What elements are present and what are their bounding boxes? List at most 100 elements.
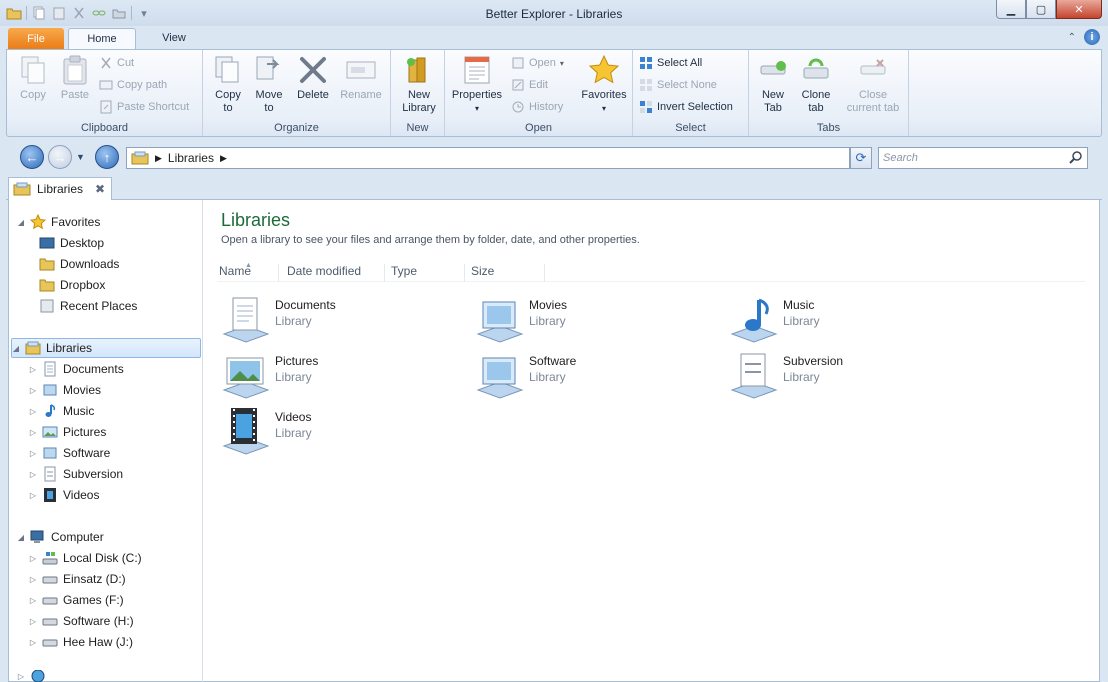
edit-button[interactable]: Edit bbox=[511, 76, 548, 94]
music-library-icon bbox=[730, 298, 778, 343]
tree-drive-f[interactable]: ▷ Games (F:) bbox=[29, 590, 124, 610]
arrow-right-icon: → bbox=[53, 149, 67, 165]
tree-item-downloads[interactable]: Downloads bbox=[39, 254, 119, 274]
tree-drive-h[interactable]: ▷ Software (H:) bbox=[29, 611, 134, 631]
favorites-button[interactable]: Favorites ▾ bbox=[579, 54, 629, 115]
close-tab-icon[interactable]: ✖ bbox=[95, 182, 105, 196]
expand-arrow-icon[interactable]: ◢ bbox=[12, 344, 20, 353]
maximize-button[interactable]: ▢ bbox=[1026, 0, 1056, 19]
library-item-subversion[interactable]: Subversion Library bbox=[729, 348, 969, 400]
library-icon bbox=[13, 182, 31, 196]
tab-strip: Libraries ✖ bbox=[6, 176, 1102, 200]
tab-libraries[interactable]: Libraries ✖ bbox=[8, 177, 112, 200]
tree-item-documents[interactable]: ▷ Documents bbox=[29, 359, 124, 379]
tab-view[interactable]: View bbox=[148, 28, 200, 50]
open-button[interactable]: Open ▾ bbox=[511, 54, 564, 72]
move-to-icon bbox=[256, 56, 280, 80]
collapse-arrow-icon[interactable]: ▷ bbox=[29, 365, 37, 374]
column-size[interactable]: Size bbox=[471, 264, 545, 282]
page-subtitle: Open a library to see your files and arr… bbox=[221, 234, 640, 246]
arrow-left-icon: ← bbox=[25, 149, 39, 165]
expand-arrow-icon[interactable]: ◢ bbox=[17, 533, 25, 542]
tree-item-movies[interactable]: ▷ Movies bbox=[29, 380, 101, 400]
tree-item-videos[interactable]: ▷ Videos bbox=[29, 485, 99, 505]
minimize-ribbon-icon[interactable]: ⌃ bbox=[1068, 32, 1076, 43]
group-new: New Library New bbox=[391, 50, 445, 136]
forward-button[interactable]: → bbox=[48, 145, 72, 169]
recent-places-icon bbox=[40, 299, 54, 313]
tree-item-recent-places[interactable]: Recent Places bbox=[39, 296, 137, 316]
tree-drive-j[interactable]: ▷ Hee Haw (J:) bbox=[29, 632, 133, 652]
history-button[interactable]: History bbox=[511, 98, 563, 116]
movies-library-icon bbox=[476, 301, 524, 343]
history-icon bbox=[512, 101, 524, 113]
search-icon[interactable] bbox=[1069, 150, 1083, 164]
tab-home[interactable]: Home bbox=[68, 28, 136, 50]
properties-icon bbox=[464, 56, 490, 84]
tab-file[interactable]: File bbox=[8, 28, 64, 50]
documents-library-icon bbox=[222, 297, 270, 343]
back-button[interactable]: ← bbox=[20, 145, 44, 169]
column-type[interactable]: Type bbox=[391, 264, 465, 282]
copy-to-button[interactable]: Copy to bbox=[207, 54, 249, 115]
copy-button[interactable]: Copy bbox=[13, 54, 53, 102]
minimize-button[interactable]: ▁ bbox=[996, 0, 1026, 19]
cut-button[interactable]: Cut bbox=[99, 54, 134, 72]
copy-path-button[interactable]: Copy path bbox=[99, 76, 167, 94]
search-input[interactable]: Search bbox=[878, 147, 1088, 169]
select-none-button[interactable]: Select None bbox=[639, 76, 717, 94]
library-item-videos[interactable]: Videos Library bbox=[221, 404, 461, 456]
tree-libraries[interactable]: ◢ Libraries bbox=[11, 338, 201, 358]
new-tab-button[interactable]: New Tab bbox=[753, 54, 793, 115]
select-all-button[interactable]: Select All bbox=[639, 54, 702, 72]
open-icon bbox=[512, 57, 524, 69]
tree-item-desktop[interactable]: Desktop bbox=[39, 233, 104, 253]
star-icon bbox=[30, 214, 46, 230]
tree-item-pictures[interactable]: ▷ Pictures bbox=[29, 422, 106, 442]
tree-item-software[interactable]: ▷ Software bbox=[29, 443, 110, 463]
column-header-row: ▲ Name Date modified Type Size bbox=[217, 258, 1085, 282]
new-library-icon bbox=[407, 57, 426, 83]
library-item-documents[interactable]: Documents Library bbox=[221, 292, 461, 344]
library-item-movies[interactable]: Movies Library bbox=[475, 292, 715, 344]
subversion-library-icon bbox=[730, 353, 778, 399]
expand-arrow-icon[interactable]: ◢ bbox=[17, 218, 25, 227]
tree-computer[interactable]: ◢ Computer bbox=[17, 527, 104, 547]
column-name[interactable]: ▲ Name bbox=[219, 262, 279, 282]
refresh-button[interactable]: ⟳ bbox=[850, 147, 872, 169]
up-button[interactable]: ↑ bbox=[95, 145, 119, 169]
tree-item-music[interactable]: ▷ Music bbox=[29, 401, 94, 421]
breadcrumb-chevron-icon[interactable]: ▶ bbox=[220, 153, 227, 164]
column-date-modified[interactable]: Date modified bbox=[287, 264, 385, 282]
clone-tab-button[interactable]: Clone tab bbox=[795, 54, 837, 115]
tree-drive-c[interactable]: ▷ Local Disk (C:) bbox=[29, 548, 142, 568]
invert-selection-button[interactable]: Invert Selection bbox=[639, 98, 733, 116]
tree-favorites[interactable]: ◢ Favorites bbox=[17, 212, 100, 232]
breadcrumb-libraries[interactable]: Libraries bbox=[168, 151, 214, 165]
library-item-pictures[interactable]: Pictures Library bbox=[221, 348, 461, 400]
info-icon[interactable]: i bbox=[1084, 29, 1100, 45]
subversion-icon bbox=[44, 466, 56, 482]
group-select: Select All Select None Invert Selection … bbox=[633, 50, 749, 136]
history-dropdown-icon[interactable]: ▼ bbox=[76, 152, 85, 162]
move-to-button[interactable]: Move to bbox=[249, 54, 289, 115]
paste-shortcut-button[interactable]: Paste Shortcut bbox=[99, 98, 189, 116]
tree-item-subversion[interactable]: ▷ Subversion bbox=[29, 464, 123, 484]
star-icon bbox=[588, 54, 620, 84]
close-current-tab-button[interactable]: Close current tab bbox=[841, 54, 905, 115]
delete-button[interactable]: Delete bbox=[291, 54, 335, 102]
library-item-music[interactable]: Music Library bbox=[729, 292, 969, 344]
address-bar[interactable]: ▶ Libraries ▶ bbox=[126, 147, 850, 169]
movies-icon bbox=[43, 384, 57, 396]
library-item-software[interactable]: Software Library bbox=[475, 348, 715, 400]
new-library-button[interactable]: New Library bbox=[397, 54, 441, 115]
rename-button[interactable]: Rename bbox=[337, 54, 385, 102]
tree-network[interactable]: ▷ bbox=[17, 670, 46, 682]
properties-button[interactable]: Properties ▾ bbox=[449, 54, 505, 115]
tree-item-dropbox[interactable]: Dropbox bbox=[39, 275, 105, 295]
breadcrumb-chevron-icon[interactable]: ▶ bbox=[155, 153, 162, 164]
tree-drive-d[interactable]: ▷ Einsatz (D:) bbox=[29, 569, 126, 589]
paste-button[interactable]: Paste bbox=[55, 54, 95, 102]
copy-icon bbox=[21, 56, 45, 84]
close-button[interactable]: ✕ bbox=[1056, 0, 1102, 19]
